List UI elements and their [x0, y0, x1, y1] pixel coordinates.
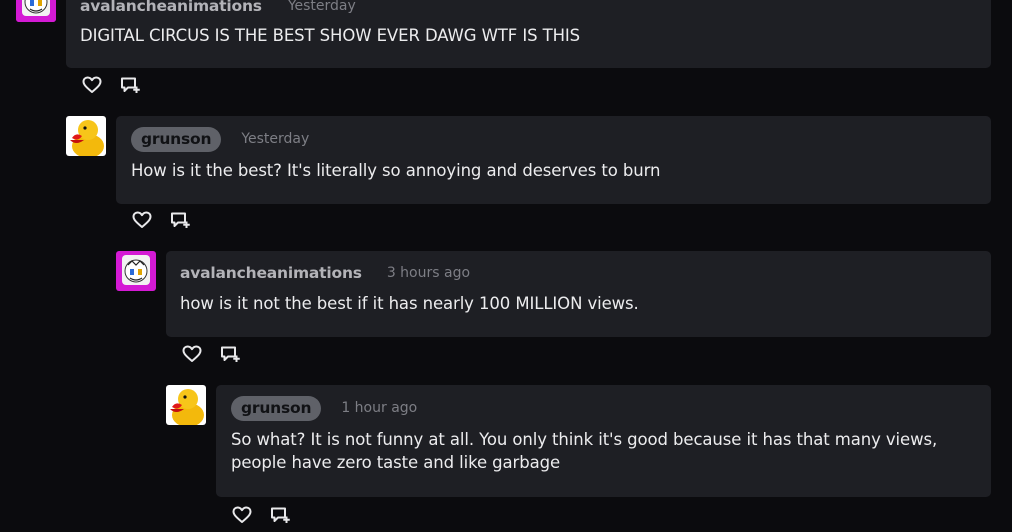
reply-icon[interactable] [120, 76, 142, 94]
timestamp: Yesterday [241, 131, 310, 147]
heart-icon[interactable] [232, 506, 252, 524]
timestamp: 3 hours ago [386, 265, 471, 281]
heart-icon[interactable] [182, 345, 202, 363]
timestamp: 1 hour ago [341, 400, 418, 416]
comment-text: How is it the best? It's literally so an… [131, 161, 661, 180]
username[interactable]: avalancheanimations [80, 0, 262, 15]
heart-icon[interactable] [132, 211, 152, 229]
comment-actions [82, 76, 142, 94]
username-badge[interactable]: grunson [131, 126, 222, 152]
avatar[interactable] [16, 0, 56, 22]
duck-avatar-icon [166, 385, 206, 425]
comment-actions [232, 506, 292, 524]
comment-text-line: people have zero taste and like garbage [231, 453, 561, 472]
comment-text: how is it not the best if it has nearly … [180, 294, 639, 313]
reply-icon[interactable] [270, 506, 292, 524]
avatar[interactable] [166, 385, 206, 425]
username[interactable]: avalancheanimations [180, 264, 362, 282]
comment-meta: avalancheanimations Yesterday [80, 0, 356, 19]
reply-icon[interactable] [220, 345, 242, 363]
comment-text: So what? It is not funny at all. You onl… [231, 428, 937, 474]
avatar[interactable] [66, 116, 106, 156]
comment-actions [132, 211, 192, 229]
avatar[interactable] [116, 251, 156, 291]
comment-text: DIGITAL CIRCUS IS THE BEST SHOW EVER DAW… [80, 26, 581, 45]
reply-icon[interactable] [170, 211, 192, 229]
comment-meta: grunson 1 hour ago [231, 395, 417, 421]
comment-meta: avalancheanimations 3 hours ago [180, 260, 470, 286]
username-badge[interactable]: grunson [231, 395, 322, 421]
avalanche-avatar-icon [116, 251, 156, 291]
comment-actions [182, 345, 242, 363]
comment-meta: grunson Yesterday [131, 126, 309, 152]
timestamp: Yesterday [287, 0, 356, 14]
duck-avatar-icon [66, 116, 106, 156]
heart-icon[interactable] [82, 76, 102, 94]
comment-text-line: So what? It is not funny at all. You onl… [231, 430, 938, 449]
avalanche-avatar-icon [16, 0, 56, 22]
